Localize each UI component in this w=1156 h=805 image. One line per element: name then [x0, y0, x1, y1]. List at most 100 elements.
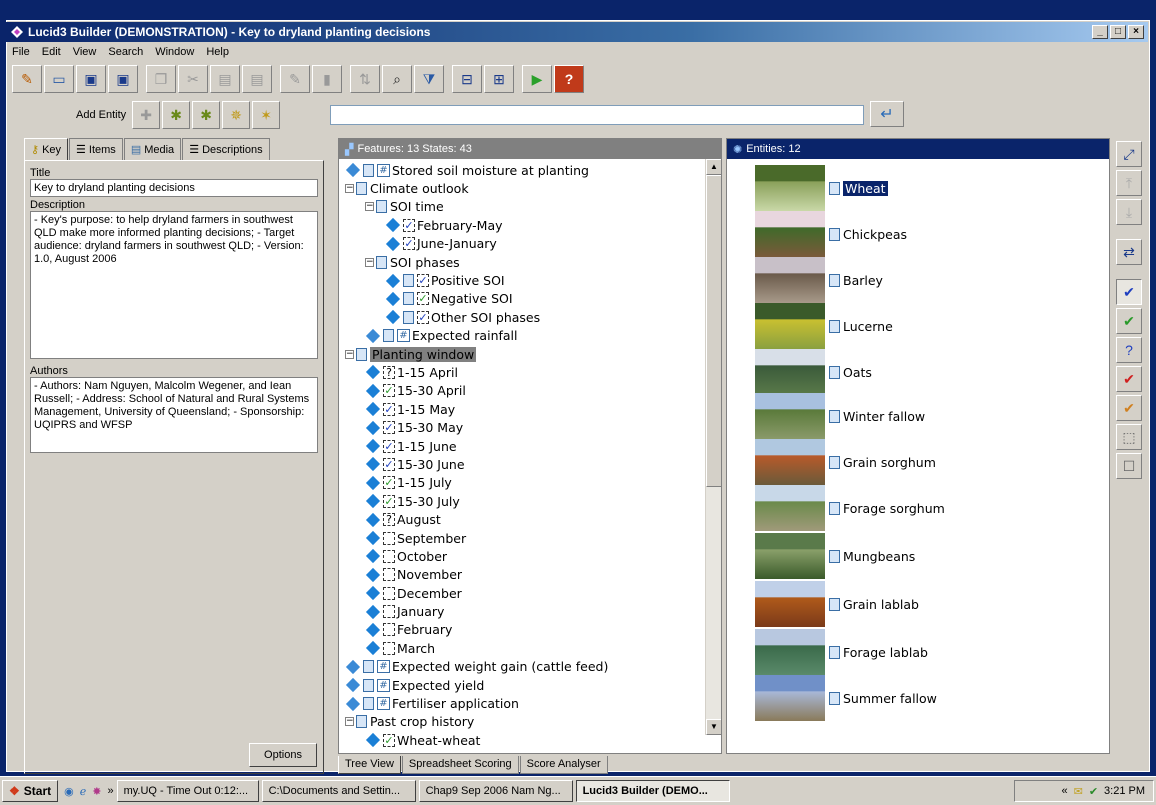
- score-absent-icon[interactable]: ☐: [1116, 453, 1142, 479]
- collapse-icon[interactable]: −: [345, 349, 354, 359]
- move-down-icon[interactable]: ⤓: [1116, 199, 1142, 225]
- menu-window[interactable]: Window: [155, 44, 194, 62]
- score-rare-check-icon[interactable]: ✓: [383, 384, 395, 398]
- score-rare-check-icon[interactable]: ✓: [417, 292, 429, 306]
- copy-icon[interactable]: ❐: [146, 65, 176, 93]
- tab-score-analyser[interactable]: Score Analyser: [519, 756, 608, 774]
- state-node[interactable]: November: [339, 566, 721, 584]
- save-icon[interactable]: ▣: [76, 65, 106, 93]
- score-common-check-icon[interactable]: ✓: [403, 218, 415, 232]
- state-node[interactable]: ✓ 1-15 June: [339, 437, 721, 455]
- state-node[interactable]: December: [339, 584, 721, 602]
- description-field[interactable]: - Key's purpose: to help dryland farmers…: [30, 211, 318, 359]
- score-rare-check-icon[interactable]: ✓: [383, 494, 395, 508]
- help-icon[interactable]: ?: [554, 65, 584, 93]
- title-field[interactable]: Key to dryland planting decisions: [30, 179, 318, 197]
- tray-network-icon[interactable]: ✉: [1074, 785, 1083, 798]
- expand-tree-icon[interactable]: ⊞: [484, 65, 514, 93]
- state-node[interactable]: September: [339, 529, 721, 547]
- numeric-feature-node[interactable]: # Stored soil moisture at planting: [339, 161, 721, 179]
- scroll-thumb[interactable]: [706, 175, 721, 487]
- entity-item[interactable]: Grain lablab: [755, 581, 919, 627]
- score-rare-icon[interactable]: ✔: [1116, 308, 1142, 334]
- menu-file[interactable]: File: [12, 44, 30, 62]
- feature-group-node[interactable]: − Climate outlook: [339, 179, 721, 197]
- tab-spreadsheet-scoring[interactable]: Spreadsheet Scoring: [401, 756, 519, 774]
- state-node[interactable]: ? August: [339, 510, 721, 528]
- tab-key[interactable]: ⚷ Key: [24, 138, 69, 160]
- state-node[interactable]: ✓ 15-30 May: [339, 418, 721, 436]
- entity-item[interactable]: Oats: [755, 349, 872, 395]
- link-icon[interactable]: ⇄: [1116, 239, 1142, 265]
- filter-icon[interactable]: ⧩: [414, 65, 444, 93]
- tab-descriptions[interactable]: ☰ Descriptions: [182, 138, 270, 160]
- state-node[interactable]: January: [339, 602, 721, 620]
- state-node[interactable]: ✓ 15-30 April: [339, 382, 721, 400]
- tab-items[interactable]: ☰ Items: [69, 138, 123, 160]
- move-up-icon[interactable]: ⤒: [1116, 170, 1142, 196]
- score-common-check-icon[interactable]: ✓: [383, 457, 395, 471]
- quicklaunch-more-icon[interactable]: »: [107, 785, 113, 797]
- sort-icon[interactable]: ⇅: [350, 65, 380, 93]
- find-icon[interactable]: ⌕: [382, 65, 412, 93]
- enter-icon[interactable]: ↵: [870, 101, 904, 127]
- feature-group-node[interactable]: − SOI time: [339, 198, 721, 216]
- features-scrollbar[interactable]: ▲ ▼: [705, 159, 721, 735]
- quicklaunch-ie-icon[interactable]: ℯ: [80, 785, 87, 798]
- score-uncertain-icon[interactable]: ?: [1116, 337, 1142, 363]
- save-as-icon[interactable]: ▣: [108, 65, 138, 93]
- edit-icon[interactable]: ✎: [280, 65, 310, 93]
- state-node[interactable]: ✓ 1-15 May: [339, 400, 721, 418]
- score-absent-icon[interactable]: [383, 586, 395, 600]
- entity-item[interactable]: Chickpeas: [755, 211, 907, 257]
- tray-security-icon[interactable]: ✔: [1089, 785, 1098, 798]
- open-icon[interactable]: ▭: [44, 65, 74, 93]
- maximize-button[interactable]: □: [1110, 25, 1126, 39]
- collapse-icon[interactable]: −: [365, 257, 374, 267]
- entity-single-icon[interactable]: ✶: [252, 101, 281, 129]
- paste-icon[interactable]: ▤: [210, 65, 240, 93]
- paste-special-icon[interactable]: ▤: [242, 65, 272, 93]
- add-entity-icon[interactable]: ✚: [132, 101, 161, 129]
- tab-media[interactable]: ▤ Media: [123, 138, 182, 160]
- score-common-check-icon[interactable]: ✓: [383, 402, 395, 416]
- score-absent-icon[interactable]: [383, 641, 395, 655]
- quicklaunch-app-icon[interactable]: ✸: [92, 785, 101, 798]
- feature-group-node[interactable]: − SOI phases: [339, 253, 721, 271]
- add-sibling-entity-icon[interactable]: ✱: [192, 101, 221, 129]
- entity-item[interactable]: Lucerne: [755, 303, 893, 349]
- state-node[interactable]: ✓ Wheat-wheat: [339, 731, 721, 749]
- entity-name-input[interactable]: [330, 105, 864, 125]
- entity-item[interactable]: Mungbeans: [755, 533, 915, 579]
- score-common-check-icon[interactable]: ✓: [383, 439, 395, 453]
- state-node[interactable]: ? 1-15 April: [339, 363, 721, 381]
- score-absent-icon[interactable]: [383, 623, 395, 637]
- score-rare-check-icon[interactable]: ✓: [383, 733, 395, 747]
- entity-item[interactable]: Summer fallow: [755, 675, 937, 721]
- new-key-icon[interactable]: ✎: [12, 65, 42, 93]
- score-rare-check-icon[interactable]: ✓: [383, 476, 395, 490]
- start-button[interactable]: ❖ Start: [2, 780, 59, 802]
- score-absent-icon[interactable]: [383, 605, 395, 619]
- menu-search[interactable]: Search: [108, 44, 143, 62]
- score-common-icon[interactable]: ✔: [1116, 279, 1142, 305]
- quicklaunch-desktop-icon[interactable]: ◉: [64, 785, 74, 798]
- state-node[interactable]: ✓ 1-15 July: [339, 474, 721, 492]
- state-node[interactable]: ✓ 15-30 June: [339, 455, 721, 473]
- entity-item[interactable]: Forage lablab: [755, 629, 928, 675]
- state-node[interactable]: March: [339, 639, 721, 657]
- state-node[interactable]: ✓ Positive SOI: [339, 271, 721, 289]
- task-my-uq[interactable]: my.UQ - Time Out 0:12:...: [116, 780, 259, 802]
- collapse-icon[interactable]: −: [345, 717, 354, 727]
- add-child-entity-icon[interactable]: ✱: [162, 101, 191, 129]
- score-common-check-icon[interactable]: ✓: [403, 237, 415, 251]
- menu-view[interactable]: View: [73, 44, 97, 62]
- task-chap9[interactable]: Chap9 Sep 2006 Nam Ng...: [418, 780, 573, 802]
- numeric-feature-node[interactable]: # Expected rainfall: [339, 327, 721, 345]
- task-documents[interactable]: C:\Documents and Settin...: [261, 780, 416, 802]
- entity-item[interactable]: Wheat: [755, 165, 888, 211]
- entity-group-icon[interactable]: ✵: [222, 101, 251, 129]
- entity-item[interactable]: Barley: [755, 257, 883, 303]
- cut-icon[interactable]: ✂: [178, 65, 208, 93]
- minimize-button[interactable]: _: [1092, 25, 1108, 39]
